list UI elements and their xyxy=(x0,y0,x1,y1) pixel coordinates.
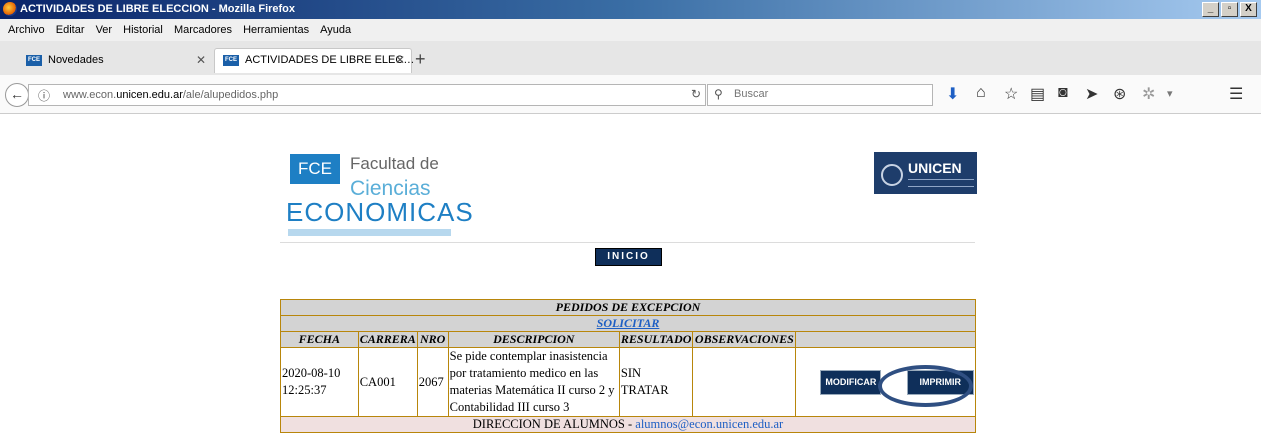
solicitar-link[interactable]: SOLICITAR xyxy=(597,316,660,330)
close-window-button[interactable]: X xyxy=(1240,2,1257,17)
fce-favicon-icon: FCE xyxy=(26,55,42,66)
tab-actividades[interactable]: FCE ACTIVIDADES DE LIBRE ELEC… ✕ xyxy=(214,48,415,73)
close-tab-icon[interactable]: ✕ xyxy=(196,53,206,67)
download-icon[interactable]: ⬇ xyxy=(946,84,959,104)
col-descripcion: DESCRIPCION xyxy=(447,331,620,348)
search-box[interactable]: ⚲ xyxy=(707,84,933,106)
page-content: FCE Facultad de Ciencias ECONOMICAS UNIC… xyxy=(0,114,1261,433)
tab-bar: FCE Novedades ✕ FCE ACTIVIDADES DE LIBRE… xyxy=(0,41,1261,76)
unicen-seal-icon xyxy=(881,164,903,186)
cell-resultado: SIN TRATAR xyxy=(618,347,694,417)
highlight-ellipse xyxy=(878,365,973,407)
info-icon[interactable]: ⓘ xyxy=(38,87,50,104)
tab-label: ACTIVIDADES DE LIBRE ELEC… xyxy=(245,54,415,66)
menu-herramientas[interactable]: Herramientas xyxy=(243,24,309,36)
tab-label: Novedades xyxy=(48,54,104,66)
menu-marcadores[interactable]: Marcadores xyxy=(174,24,232,36)
col-carrera: CARRERA xyxy=(357,331,418,348)
fce-logo: FCE Facultad de Ciencias ECONOMICAS xyxy=(286,134,473,236)
col-observaciones: OBSERVACIONES xyxy=(692,331,797,348)
cell-nro: 2067 xyxy=(416,347,449,417)
back-button[interactable]: ← xyxy=(5,83,29,107)
reload-icon[interactable]: ↻ xyxy=(691,87,701,101)
table-header-row: FECHA CARRERA NRO DESCRIPCION RESULTADO … xyxy=(280,331,976,348)
window-title: ACTIVIDADES DE LIBRE ELECCION - Mozilla … xyxy=(20,3,296,15)
firefox-icon xyxy=(3,2,17,16)
menu-historial[interactable]: Historial xyxy=(123,24,163,36)
extension-icon[interactable]: ⊛ xyxy=(1113,84,1126,104)
modificar-button[interactable]: MODIFICAR xyxy=(820,369,882,395)
nav-bar: ← ⓘ www.econ.unicen.edu.ar/ale/alupedido… xyxy=(0,75,1261,114)
home-icon[interactable]: ⌂ xyxy=(976,84,986,102)
close-tab-icon[interactable]: ✕ xyxy=(395,53,405,67)
bookmark-star-icon[interactable]: ☆ xyxy=(1004,84,1018,104)
footer-row: DIRECCION DE ALUMNOS - alumnos@econ.unic… xyxy=(280,416,976,433)
logo-line-economicas: ECONOMICAS xyxy=(286,197,474,227)
cell-observaciones xyxy=(692,347,797,417)
col-fecha: FECHA xyxy=(280,331,359,348)
unicen-subtitle-lines xyxy=(908,179,974,187)
logo-line-facultad: Facultad de xyxy=(350,154,439,173)
cell-descripcion: Se pide contemplar inasistencia por trat… xyxy=(447,347,620,417)
fce-favicon-icon: FCE xyxy=(223,55,239,66)
hamburger-menu-icon[interactable]: ☰ xyxy=(1229,84,1243,104)
pedidos-table: PEDIDOS DE EXCEPCION SOLICITAR FECHA CAR… xyxy=(280,299,976,433)
chevron-down-icon[interactable]: ▾ xyxy=(1167,87,1173,100)
url-text: www.econ.unicen.edu.ar/ale/alupedidos.ph… xyxy=(63,89,279,101)
minimize-button[interactable]: _ xyxy=(1202,2,1219,17)
table-title: PEDIDOS DE EXCEPCION xyxy=(280,299,976,316)
search-input[interactable] xyxy=(732,87,926,101)
menu-ver[interactable]: Ver xyxy=(96,24,113,36)
tab-novedades[interactable]: FCE Novedades ✕ xyxy=(18,49,212,73)
menu-editar[interactable]: Editar xyxy=(56,24,85,36)
cell-fecha: 2020-08-10 12:25:37 xyxy=(280,347,359,417)
menu-archivo[interactable]: Archivo xyxy=(8,24,45,36)
logo-bar xyxy=(288,229,451,236)
maximize-button[interactable]: ▫ xyxy=(1221,2,1238,17)
fce-badge: FCE xyxy=(290,154,340,184)
table-row: 2020-08-10 12:25:37 CA001 2067 Se pide c… xyxy=(280,347,976,417)
addon-icon[interactable]: ✲ xyxy=(1142,84,1155,104)
inicio-button[interactable]: INICIO xyxy=(595,248,662,266)
footer-email-link[interactable]: alumnos@econ.unicen.edu.ar xyxy=(635,417,783,431)
divider xyxy=(280,242,975,243)
col-actions xyxy=(795,331,976,348)
col-resultado: RESULTADO xyxy=(618,331,694,348)
new-tab-icon[interactable]: + xyxy=(415,49,426,70)
cell-carrera: CA001 xyxy=(357,347,418,417)
search-icon: ⚲ xyxy=(714,87,723,101)
col-nro: NRO xyxy=(416,331,449,348)
footer-text: DIRECCION DE ALUMNOS - xyxy=(472,417,636,431)
menu-bar: Archivo Editar Ver Historial Marcadores … xyxy=(0,19,1261,41)
url-bar[interactable]: ⓘ www.econ.unicen.edu.ar/ale/alupedidos.… xyxy=(28,84,706,106)
window-titlebar: ACTIVIDADES DE LIBRE ELECCION - Mozilla … xyxy=(0,0,1261,19)
menu-ayuda[interactable]: Ayuda xyxy=(320,24,351,36)
unicen-logo: UNICEN xyxy=(874,152,977,194)
send-icon[interactable]: ➤ xyxy=(1085,84,1098,104)
bookmarks-menu-icon[interactable]: ▤ xyxy=(1030,84,1045,104)
pocket-icon[interactable]: ◙ xyxy=(1058,84,1068,102)
unicen-name: UNICEN xyxy=(908,160,962,176)
